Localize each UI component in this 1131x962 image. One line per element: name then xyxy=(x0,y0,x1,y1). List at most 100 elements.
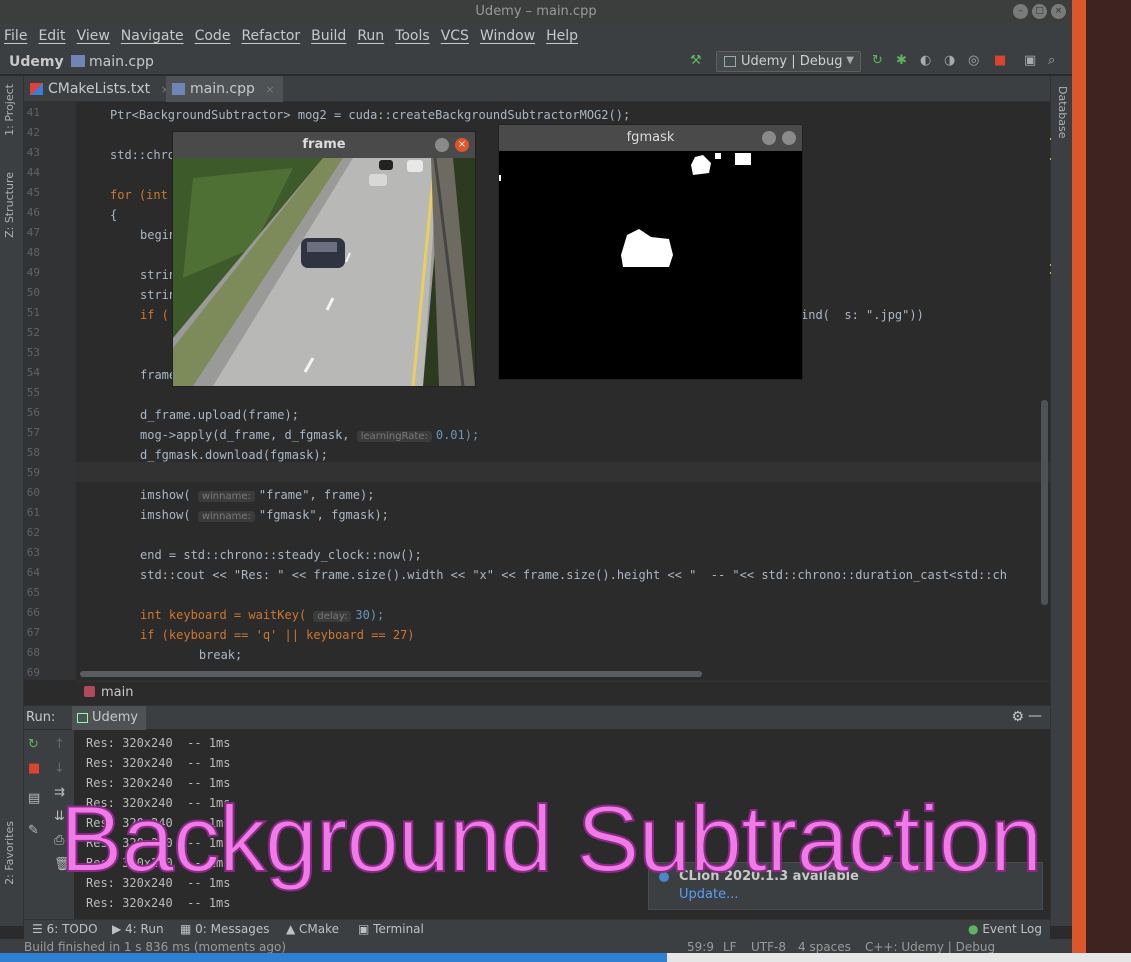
fgmask-window[interactable]: fgmask xyxy=(498,124,803,380)
close-button[interactable]: × xyxy=(1051,4,1066,19)
gear-icon[interactable]: ⚙ xyxy=(1011,709,1024,725)
project-crumb[interactable]: Udemy xyxy=(9,54,64,70)
code-line: Ptr<BackgroundSubtractor> mog2 = cuda::c… xyxy=(110,106,630,124)
hide-panel-icon[interactable]: — xyxy=(1028,708,1042,724)
profile-icon[interactable]: ◑ xyxy=(944,54,955,68)
menu-build[interactable]: Build xyxy=(311,24,353,49)
menu-run[interactable]: Run xyxy=(357,24,391,49)
run-tab-udemy[interactable]: Udemy xyxy=(72,706,147,730)
line-number: 53 xyxy=(26,346,40,359)
attach-icon[interactable]: ◎ xyxy=(968,54,979,68)
editor-tabs: CMakeLists.txt × main.cpp × xyxy=(24,76,1050,102)
cpp-file-icon xyxy=(71,55,85,67)
code-line: { xyxy=(110,206,117,224)
tab-label: CMakeLists.txt xyxy=(48,81,151,97)
line-number: 64 xyxy=(26,566,40,579)
coverage-icon[interactable]: ◐ xyxy=(920,54,931,68)
rerun-icon[interactable]: ↻ xyxy=(28,738,39,752)
code-line: break; xyxy=(170,646,242,664)
function-icon xyxy=(84,686,95,697)
status-message: Build finished in 1 s 836 ms (moments ag… xyxy=(24,940,287,953)
tab-cmakelists[interactable]: CMakeLists.txt × xyxy=(24,76,178,102)
code-text: int keyboard = waitKey( xyxy=(140,608,307,622)
line-number: 60 xyxy=(26,486,40,499)
menu-code[interactable]: Code xyxy=(195,24,238,49)
line-number: 45 xyxy=(26,186,40,199)
code-text: if (keyboard == 'q' || keyboard == 27) xyxy=(140,628,415,642)
menu-window[interactable]: Window xyxy=(480,24,542,49)
code-text: std::cout << "Res: " << frame.size().wid… xyxy=(140,568,1007,582)
console-line: Res: 320x240 -- 1ms xyxy=(86,756,231,770)
todo-tab-label: 6: TODO xyxy=(46,922,98,936)
line-separator[interactable]: LF xyxy=(723,939,737,953)
code-line: d_frame.upload(frame); xyxy=(140,406,299,424)
line-number: 42 xyxy=(26,126,40,139)
project-tool-tab[interactable]: 1: Project xyxy=(3,84,16,136)
terminal-tab[interactable]: ▣ Terminal xyxy=(358,922,424,936)
vertical-scrollbar[interactable] xyxy=(1041,400,1048,605)
close-icon[interactable] xyxy=(782,131,796,145)
cmake-tab[interactable]: ▲ CMake xyxy=(286,922,339,936)
menu-refactor[interactable]: Refactor xyxy=(241,24,307,49)
cmake-tab-label: CMake xyxy=(299,922,340,936)
minimize-button[interactable]: – xyxy=(1013,4,1028,19)
caret-position[interactable]: 59:9 xyxy=(687,939,714,953)
close-tab-icon[interactable]: × xyxy=(265,83,274,96)
stop-icon[interactable]: ■ xyxy=(994,54,1006,68)
messages-tab[interactable]: ▦ 0: Messages xyxy=(180,922,270,936)
current-line-highlight xyxy=(76,462,1050,482)
close-icon[interactable]: × xyxy=(455,138,469,152)
line-number: 55 xyxy=(26,386,40,399)
menu-file[interactable]: File xyxy=(4,24,34,49)
window-title: Udemy – main.cpp xyxy=(475,4,597,19)
up-arrow-icon[interactable]: ↑ xyxy=(54,738,65,752)
config-icon xyxy=(77,713,88,723)
search-icon[interactable]: ⌕ xyxy=(1048,54,1055,68)
frame-window[interactable]: frame × xyxy=(172,131,476,387)
horizontal-scrollbar[interactable] xyxy=(80,671,702,677)
desktop-edge xyxy=(1072,0,1086,953)
menu-edit[interactable]: Edit xyxy=(38,24,72,49)
pin-icon[interactable]: ✎ xyxy=(28,824,39,838)
code-text: imshow( xyxy=(140,488,191,502)
line-number: 61 xyxy=(26,506,40,519)
minimize-icon[interactable] xyxy=(762,131,776,145)
debug-bug-icon[interactable]: ✱ xyxy=(896,54,907,68)
tab-main-cpp[interactable]: main.cpp × xyxy=(166,76,283,102)
stop-icon[interactable]: ■ xyxy=(28,762,40,776)
run-tool-tab[interactable]: ▶ 4: Run xyxy=(112,922,164,936)
desktop-background xyxy=(1086,0,1131,953)
code-line: mog->apply(d_frame, d_fgmask, learningRa… xyxy=(140,426,479,444)
menu-tools[interactable]: Tools xyxy=(395,24,437,49)
maximize-button[interactable]: □ xyxy=(1032,4,1047,19)
menu-bar: File Edit View Navigate Code Refactor Bu… xyxy=(0,24,1072,49)
file-encoding[interactable]: UTF-8 xyxy=(751,939,786,953)
file-crumb-label: main.cpp xyxy=(89,54,154,70)
structure-tool-tab[interactable]: Z: Structure xyxy=(3,172,16,238)
line-number: 57 xyxy=(26,426,40,439)
event-log-tab[interactable]: ● Event Log xyxy=(968,922,1042,936)
menu-help[interactable]: Help xyxy=(546,24,585,49)
todo-tab[interactable]: ☰ 6: TODO xyxy=(32,922,98,936)
context-selector[interactable]: C++: Udemy | Debug xyxy=(865,939,995,953)
menu-vcs[interactable]: VCS xyxy=(441,24,476,49)
build-hammer-icon[interactable]: ⚒ xyxy=(690,54,702,68)
parameter-hint: delay: xyxy=(313,611,352,622)
menu-navigate[interactable]: Navigate xyxy=(121,24,191,49)
code-line: d_fgmask.download(fgmask); xyxy=(140,446,328,464)
minimize-icon[interactable] xyxy=(435,138,449,152)
layout-icon[interactable]: ▤ xyxy=(28,792,40,806)
run-configuration-select[interactable]: Udemy | Debug ▼ xyxy=(716,51,861,72)
menu-view[interactable]: View xyxy=(77,24,117,49)
project-structure-icon[interactable]: ▣ xyxy=(1024,54,1036,68)
fgmask-window-title: fgmask xyxy=(499,125,802,151)
database-tool-tab[interactable]: Database xyxy=(1056,86,1069,139)
indent-setting[interactable]: 4 spaces xyxy=(798,939,851,953)
down-arrow-icon[interactable]: ↓ xyxy=(54,762,65,776)
code-text: mog->apply(d_frame, d_fgmask, xyxy=(140,428,350,442)
rerun-icon[interactable]: ↻ xyxy=(872,54,883,68)
code-text: frame xyxy=(140,368,177,382)
favorites-tool-tab[interactable]: 2: Favorites xyxy=(3,821,16,885)
file-crumb[interactable]: main.cpp xyxy=(71,54,154,70)
breadcrumb[interactable]: main xyxy=(76,681,1050,703)
